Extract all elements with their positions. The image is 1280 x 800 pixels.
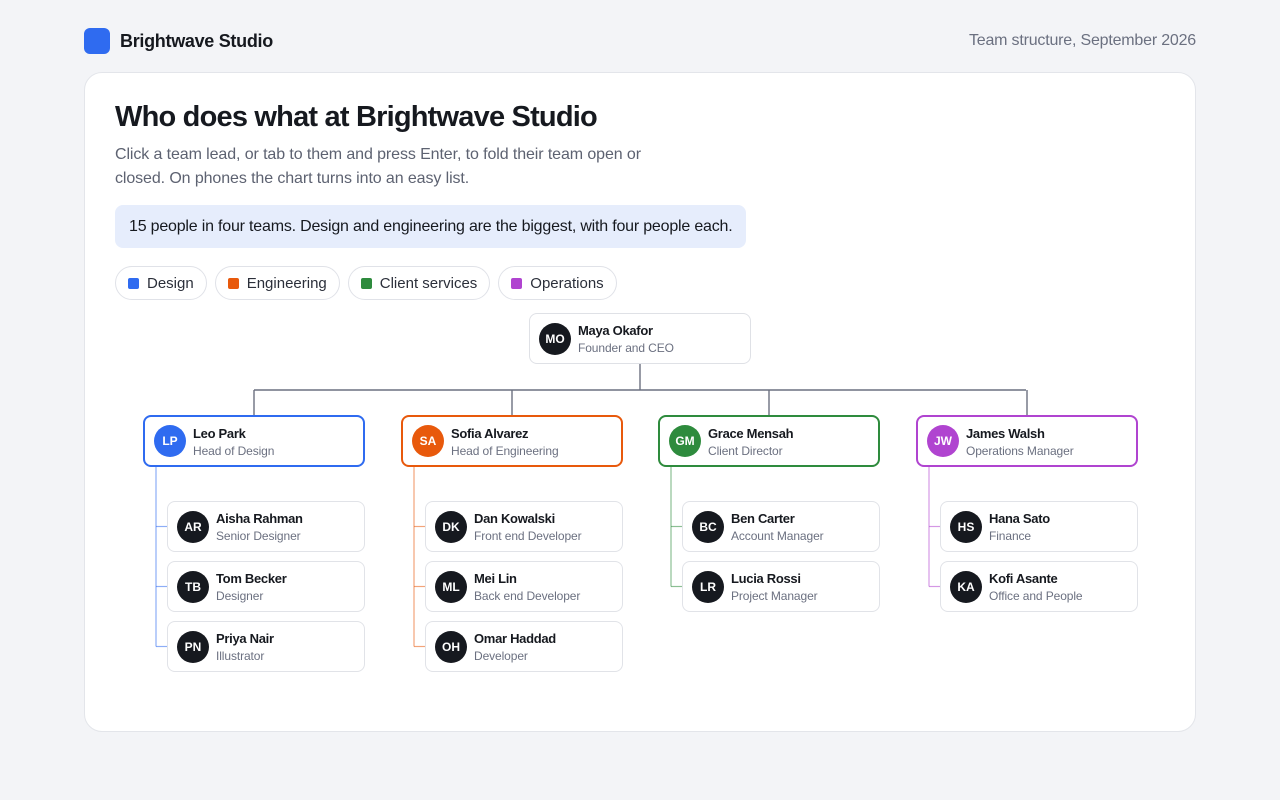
person-name: James Walsh <box>966 426 1045 441</box>
person-name: Tom Becker <box>216 571 287 586</box>
team-member-kofi-asante: KA Kofi Asante Office and People <box>940 561 1138 612</box>
person-role: Head of Engineering <box>451 444 559 458</box>
team-member-mei-lin: ML Mei Lin Back end Developer <box>425 561 623 612</box>
avatar: LP <box>154 425 186 457</box>
team-member-omar-haddad: OH Omar Haddad Developer <box>425 621 623 672</box>
team-member-ben-carter: BC Ben Carter Account Manager <box>682 501 880 552</box>
person-name: Ben Carter <box>731 511 795 526</box>
person-name: Hana Sato <box>989 511 1050 526</box>
person-name: Aisha Rahman <box>216 511 303 526</box>
avatar: HS <box>950 511 982 543</box>
team-member-tom-becker: TB Tom Becker Designer <box>167 561 365 612</box>
avatar: PN <box>177 631 209 663</box>
person-name: Mei Lin <box>474 571 517 586</box>
team-member-dan-kowalski: DK Dan Kowalski Front end Developer <box>425 501 623 552</box>
team-lead-leo-park[interactable]: LP Leo Park Head of Design <box>143 415 365 467</box>
person-role: Developer <box>474 649 528 663</box>
person-role: Account Manager <box>731 529 824 543</box>
avatar: AR <box>177 511 209 543</box>
avatar: DK <box>435 511 467 543</box>
person-role: Project Manager <box>731 589 818 603</box>
person-role: Operations Manager <box>966 444 1074 458</box>
person-role: Office and People <box>989 589 1083 603</box>
team-lead-sofia-alvarez[interactable]: SA Sofia Alvarez Head of Engineering <box>401 415 623 467</box>
person-name: Grace Mensah <box>708 426 794 441</box>
person-name: Maya Okafor <box>578 323 653 338</box>
person-name: Omar Haddad <box>474 631 556 646</box>
avatar: LR <box>692 571 724 603</box>
person-role: Designer <box>216 589 264 603</box>
person-role: Client Director <box>708 444 783 458</box>
person-role: Front end Developer <box>474 529 582 543</box>
person-role: Founder and CEO <box>578 341 674 355</box>
person-role: Illustrator <box>216 649 265 663</box>
avatar: GM <box>669 425 701 457</box>
team-lead-grace-mensah[interactable]: GM Grace Mensah Client Director <box>658 415 880 467</box>
avatar: KA <box>950 571 982 603</box>
avatar: TB <box>177 571 209 603</box>
person-role: Senior Designer <box>216 529 301 543</box>
person-name: Sofia Alvarez <box>451 426 529 441</box>
person-name: Priya Nair <box>216 631 274 646</box>
avatar: BC <box>692 511 724 543</box>
avatar: ML <box>435 571 467 603</box>
ceo-node: MO Maya Okafor Founder and CEO <box>529 313 751 364</box>
team-member-priya-nair: PN Priya Nair Illustrator <box>167 621 365 672</box>
avatar: MO <box>539 323 571 355</box>
person-role: Finance <box>989 529 1031 543</box>
avatar: OH <box>435 631 467 663</box>
person-name: Dan Kowalski <box>474 511 555 526</box>
team-member-hana-sato: HS Hana Sato Finance <box>940 501 1138 552</box>
person-name: Leo Park <box>193 426 246 441</box>
person-name: Kofi Asante <box>989 571 1058 586</box>
person-role: Head of Design <box>193 444 275 458</box>
team-lead-james-walsh[interactable]: JW James Walsh Operations Manager <box>916 415 1138 467</box>
team-member-aisha-rahman: AR Aisha Rahman Senior Designer <box>167 501 365 552</box>
org-connectors <box>155 364 1028 648</box>
avatar: SA <box>412 425 444 457</box>
person-role: Back end Developer <box>474 589 581 603</box>
team-member-lucia-rossi: LR Lucia Rossi Project Manager <box>682 561 880 612</box>
avatar: JW <box>927 425 959 457</box>
person-name: Lucia Rossi <box>731 571 801 586</box>
